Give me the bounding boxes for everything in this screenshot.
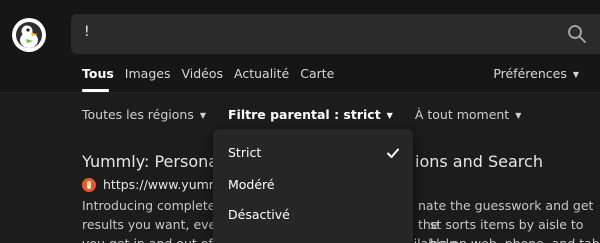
active-tab-indicator xyxy=(82,89,109,92)
site-favicon-icon xyxy=(82,177,96,192)
tab-all[interactable]: Tous xyxy=(82,66,114,81)
header: ! Tous Images Vidéos Actualité Carte Pré… xyxy=(0,0,600,93)
region-filter[interactable]: Toutes les régions ▼ xyxy=(82,107,206,122)
time-filter-label: À tout moment xyxy=(414,107,510,122)
search-icon[interactable] xyxy=(567,24,587,44)
caret-down-icon: ▼ xyxy=(572,70,579,79)
snippet-line2-right: st sorts items by aisle to help xyxy=(430,217,584,243)
caret-down-icon: ▼ xyxy=(199,111,207,120)
snippet-line1-left: Introducing completely xyxy=(82,198,227,213)
result-url-row: https://www.yummly xyxy=(82,177,232,192)
search-tabs: Tous Images Vidéos Actualité Carte xyxy=(82,66,345,81)
safe-search-dropdown: Strict Modéré Désactivé xyxy=(213,129,413,243)
filter-bar: Toutes les régions ▼ Filtre parental : st… xyxy=(82,107,543,122)
safe-search-filter[interactable]: Filtre parental : strict ▼ xyxy=(228,107,393,122)
time-filter[interactable]: À tout moment ▼ xyxy=(415,107,522,122)
snippet-line2-left: results you want, every xyxy=(82,217,229,232)
tab-images[interactable]: Images xyxy=(125,66,171,81)
search-input[interactable]: ! xyxy=(84,24,90,40)
search-bar[interactable]: ! xyxy=(71,14,600,54)
caret-down-icon: ▼ xyxy=(386,111,393,120)
dropdown-option-moderate[interactable]: Modéré xyxy=(228,177,275,192)
preferences-label: Préférences xyxy=(493,66,567,81)
preferences-menu[interactable]: Préférences ▼ xyxy=(493,66,579,81)
duckduckgo-logo[interactable] xyxy=(12,18,46,52)
dropdown-option-strict[interactable]: Strict xyxy=(228,145,261,160)
result-title-end[interactable]: ions and Search xyxy=(415,152,543,171)
tab-videos[interactable]: Vidéos xyxy=(181,66,223,81)
dropdown-option-off[interactable]: Désactivé xyxy=(228,207,290,222)
check-icon xyxy=(386,145,400,159)
safe-search-filter-label: Filtre parental : strict xyxy=(228,107,381,122)
caret-down-icon: ▼ xyxy=(515,111,522,120)
region-filter-label: Toutes les régions xyxy=(82,107,194,122)
tab-map[interactable]: Carte xyxy=(300,66,334,81)
result-title-start[interactable]: Yummly: Personal xyxy=(82,152,223,171)
tab-news[interactable]: Actualité xyxy=(234,66,289,81)
